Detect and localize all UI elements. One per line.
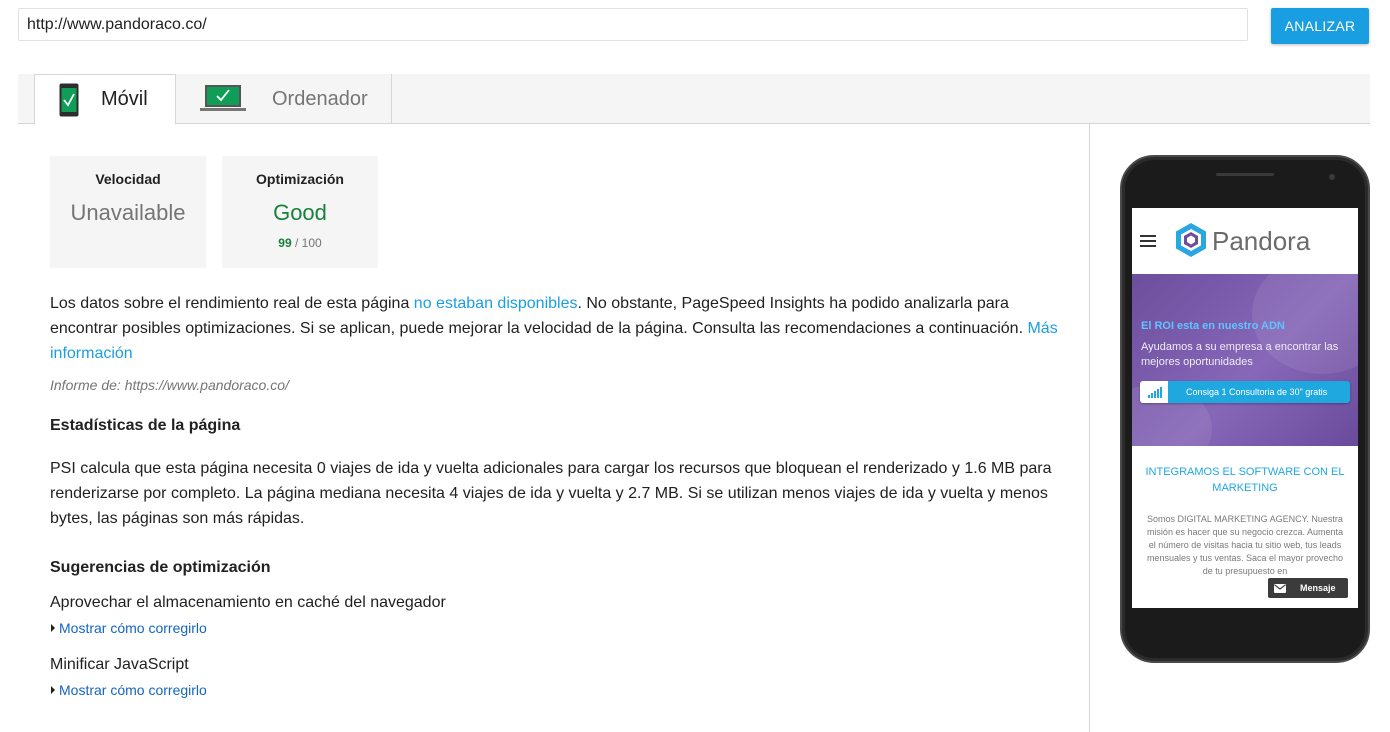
laptop-check-icon — [200, 85, 246, 111]
optimization-score-max: / 100 — [295, 236, 322, 250]
preview-hero-button-label: Consiga 1 Consultoria de 30" gratis — [1186, 387, 1328, 397]
preview-section-title: INTEGRAMOS EL SOFTWARE CON EL MARKETING — [1145, 466, 1345, 494]
tab-desktop-label: Ordenador — [272, 87, 368, 110]
speed-title: Velocidad — [95, 171, 161, 187]
summary-paragraph: Los datos sobre el rendimiento real de e… — [50, 291, 1075, 366]
optimization-score-number: 99 — [278, 236, 292, 250]
speed-score-card: Velocidad Unavailable — [50, 156, 206, 268]
optimization-score-card: Optimización Good 99 / 100 — [222, 156, 378, 268]
menu-icon — [1140, 235, 1156, 247]
preview-message-label: Mensaje — [1300, 583, 1336, 593]
report-source: Informe de: https://www.pandoraco.co/ — [50, 377, 289, 393]
signal-bars-icon — [1140, 381, 1168, 403]
stats-heading: Estadísticas de la página — [50, 417, 241, 434]
preview-hero-subtitle: Ayudamos a su empresa a encontrar las me… — [1141, 341, 1339, 368]
stats-text: PSI calcula que esta página necesita 0 v… — [50, 460, 1052, 527]
expand-triangle-icon — [51, 686, 55, 694]
optimization-score: 99 / 100 — [222, 236, 378, 250]
mobile-preview-screen: Pandora El ROI esta en nuestro ADN Ayuda… — [1132, 208, 1358, 608]
rule-minify-js: Minificar JavaScript — [50, 656, 189, 673]
preview-hero-title: El ROI esta en nuestro ADN — [1141, 320, 1285, 332]
phone-speaker — [1216, 173, 1274, 176]
preview-hero-button: Consiga 1 Consultoria de 30" gratis — [1140, 381, 1350, 403]
preview-brand: Pandora — [1212, 226, 1311, 256]
phone-check-icon — [59, 83, 79, 116]
pandora-logo-icon — [1176, 223, 1206, 257]
unavailable-data-link[interactable]: no estaban disponibles — [414, 295, 578, 312]
envelope-icon — [1274, 583, 1286, 593]
content-divider — [1089, 124, 1090, 732]
tab-mobile[interactable]: Móvil — [34, 74, 176, 125]
suggestions-heading: Sugerencias de optimización — [50, 559, 271, 576]
preview-section-text: Somos DIGITAL MARKETING AGENCY. Nuestra … — [1146, 514, 1344, 576]
rule-browser-caching: Aprovechar el almacenamiento en caché de… — [50, 594, 446, 611]
tab-desktop[interactable]: Ordenador — [176, 74, 392, 124]
show-fix-minify-js[interactable]: Mostrar cómo corregirlo — [50, 682, 1075, 698]
analyze-button[interactable]: ANALIZAR — [1271, 8, 1369, 44]
mobile-preview-phone: Pandora El ROI esta en nuestro ADN Ayuda… — [1120, 155, 1370, 663]
optimization-value: Good — [273, 200, 327, 225]
url-input[interactable] — [18, 8, 1248, 41]
phone-camera — [1329, 174, 1335, 180]
expand-triangle-icon — [51, 624, 55, 632]
device-tabs: Móvil Ordenador — [18, 74, 1370, 125]
tab-mobile-label: Móvil — [101, 88, 148, 110]
show-fix-label: Mostrar cómo corregirlo — [59, 620, 207, 636]
optimization-title: Optimización — [256, 171, 344, 187]
preview-message-button: Mensaje — [1268, 578, 1348, 598]
summary-text-1: Los datos sobre el rendimiento real de e… — [50, 295, 414, 312]
speed-value: Unavailable — [70, 200, 186, 225]
show-fix-label: Mostrar cómo corregirlo — [59, 682, 207, 698]
show-fix-browser-caching[interactable]: Mostrar cómo corregirlo — [50, 620, 1075, 636]
preview-hero: El ROI esta en nuestro ADN Ayudamos a su… — [1132, 254, 1358, 474]
